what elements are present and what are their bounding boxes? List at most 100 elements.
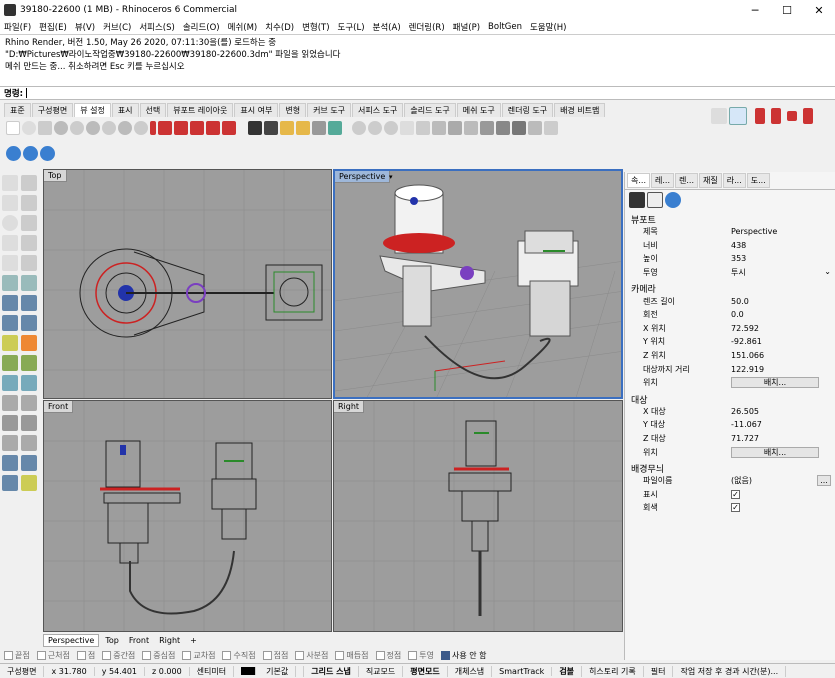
target-x-value[interactable]: 26.505: [725, 407, 835, 416]
analyze-icon[interactable]: [2, 455, 18, 471]
viewport-top[interactable]: Top: [43, 169, 332, 399]
record-history-toggle[interactable]: 히스토리 기록: [582, 665, 644, 677]
camera-y-value[interactable]: -92.861: [725, 337, 835, 346]
zoom-icon[interactable]: [54, 121, 68, 135]
smarttrack-toggle[interactable]: SmartTrack: [492, 666, 553, 676]
grid-snap-toggle[interactable]: 그리드 스냅: [304, 665, 359, 677]
text-icon[interactable]: [21, 415, 37, 431]
osnap-disable[interactable]: 사용 안 함: [440, 650, 487, 661]
osnap-tangent[interactable]: 접점: [262, 650, 288, 661]
view-grid-icon[interactable]: [312, 121, 326, 135]
filter-toggle[interactable]: 필터: [644, 665, 674, 677]
tab-standard[interactable]: 표준: [4, 103, 31, 117]
target-zoom-icon[interactable]: [384, 121, 398, 135]
tab-solid-tools[interactable]: 솔리드 도구: [404, 103, 456, 117]
pan-icon[interactable]: [38, 121, 52, 135]
prop-height-value[interactable]: 353: [725, 254, 835, 263]
polygon-icon[interactable]: [2, 235, 18, 251]
menu-render[interactable]: 렌더링(R): [409, 21, 445, 33]
group-icon[interactable]: [2, 475, 18, 491]
folder-open-icon[interactable]: [296, 121, 310, 135]
gumball-scale-icon[interactable]: [803, 108, 813, 124]
panel-tab-help[interactable]: 도...: [746, 173, 770, 188]
camera-target-icon[interactable]: [264, 121, 278, 135]
gumball-rotate-icon[interactable]: [787, 111, 797, 121]
check-icon[interactable]: [21, 455, 37, 471]
menu-mesh[interactable]: 메쉬(M): [228, 21, 258, 33]
sync-view-icon[interactable]: [328, 121, 342, 135]
viewport-icon[interactable]: [647, 192, 663, 208]
tab-set-view[interactable]: 뷰 설정: [74, 103, 111, 117]
target-icon[interactable]: [368, 121, 382, 135]
osnap-toggle[interactable]: 개체스냅: [448, 665, 493, 677]
tab-mesh-tools[interactable]: 메쉬 도구: [456, 103, 501, 117]
tab-curve-tools[interactable]: 커브 도구: [307, 103, 352, 117]
polyline-icon[interactable]: [2, 195, 18, 211]
render-icon[interactable]: [665, 192, 681, 208]
viewport-tab-top[interactable]: Top: [101, 635, 123, 646]
sun-icon[interactable]: [528, 121, 542, 135]
select-icon[interactable]: [2, 175, 18, 191]
zoom-extents-icon[interactable]: [86, 121, 100, 135]
menu-view[interactable]: 뷰(V): [75, 21, 95, 33]
menu-tools[interactable]: 도구(L): [338, 21, 365, 33]
extrude-surface-icon[interactable]: [21, 275, 37, 291]
walk-alt-icon[interactable]: [512, 121, 526, 135]
surface-icon[interactable]: [2, 275, 18, 291]
command-input[interactable]: [26, 88, 28, 98]
cube-iso-icon[interactable]: [480, 121, 494, 135]
panel-tab-layers[interactable]: 레...: [651, 173, 674, 188]
prop-width-value[interactable]: 438: [725, 241, 835, 250]
crosshair-icon[interactable]: [352, 121, 366, 135]
menu-transform[interactable]: 변형(T): [302, 21, 329, 33]
car-back-icon[interactable]: [206, 121, 220, 135]
render-mesh-icon[interactable]: [21, 475, 37, 491]
cube-view-icon[interactable]: [432, 121, 446, 135]
viewport-perspective[interactable]: Perspective ▾: [333, 169, 623, 399]
tab-visibility[interactable]: 표시 여부: [234, 103, 279, 117]
maximize-button[interactable]: ☐: [771, 0, 803, 20]
osnap-near[interactable]: 근처점: [36, 650, 70, 661]
camera-place-button[interactable]: 배치...: [731, 377, 819, 389]
menu-edit[interactable]: 편집(E): [39, 21, 67, 33]
target-z-value[interactable]: 71.727: [725, 434, 835, 443]
copy-icon[interactable]: [21, 375, 37, 391]
car-top-icon[interactable]: [158, 121, 172, 135]
tab-surface-tools[interactable]: 서피스 도구: [352, 103, 404, 117]
target-place-button[interactable]: 배치...: [731, 446, 819, 458]
viewport-tab-perspective[interactable]: Perspective: [43, 633, 100, 647]
arc-icon[interactable]: [21, 215, 37, 231]
fillet-icon[interactable]: [2, 355, 18, 371]
folder-icon[interactable]: [280, 121, 294, 135]
scale-icon[interactable]: [21, 395, 37, 411]
gumball-move-icon[interactable]: [771, 108, 781, 124]
cplane-status[interactable]: 구성평면: [0, 665, 45, 677]
camera-z-value[interactable]: 151.066: [725, 351, 835, 360]
panel-tab-render[interactable]: 렌...: [675, 173, 698, 188]
render-icon[interactable]: [6, 146, 21, 161]
cube-front-icon[interactable]: [448, 121, 462, 135]
osnap-end[interactable]: 끝점: [4, 650, 30, 661]
freeform-icon[interactable]: [21, 255, 37, 271]
render-preview-icon[interactable]: [23, 146, 38, 161]
panel-tab-materials[interactable]: 재질: [699, 173, 722, 188]
car-front-icon[interactable]: [174, 121, 188, 135]
dimension-icon[interactable]: [2, 415, 18, 431]
camera-x-value[interactable]: 72.592: [725, 324, 835, 333]
minimize-button[interactable]: ─: [739, 0, 771, 20]
tab-cplanes[interactable]: 구성평면: [31, 103, 74, 117]
trim-icon[interactable]: [21, 335, 37, 351]
rotation-value[interactable]: 0.0: [725, 310, 835, 319]
named-view-icon[interactable]: [150, 121, 156, 135]
viewport-right[interactable]: Right: [333, 400, 623, 632]
cube-side-icon[interactable]: [464, 121, 478, 135]
circle-icon[interactable]: [2, 215, 18, 231]
layout-icon[interactable]: [400, 121, 414, 135]
osnap-point[interactable]: 점: [76, 650, 95, 661]
ellipse-icon[interactable]: [2, 255, 18, 271]
car-perspective-icon[interactable]: [222, 121, 236, 135]
select-arrow-icon[interactable]: [711, 108, 727, 124]
camera-icon[interactable]: [248, 121, 262, 135]
tab-display[interactable]: 표시: [111, 103, 139, 117]
menu-help[interactable]: 도움말(H): [530, 21, 566, 33]
